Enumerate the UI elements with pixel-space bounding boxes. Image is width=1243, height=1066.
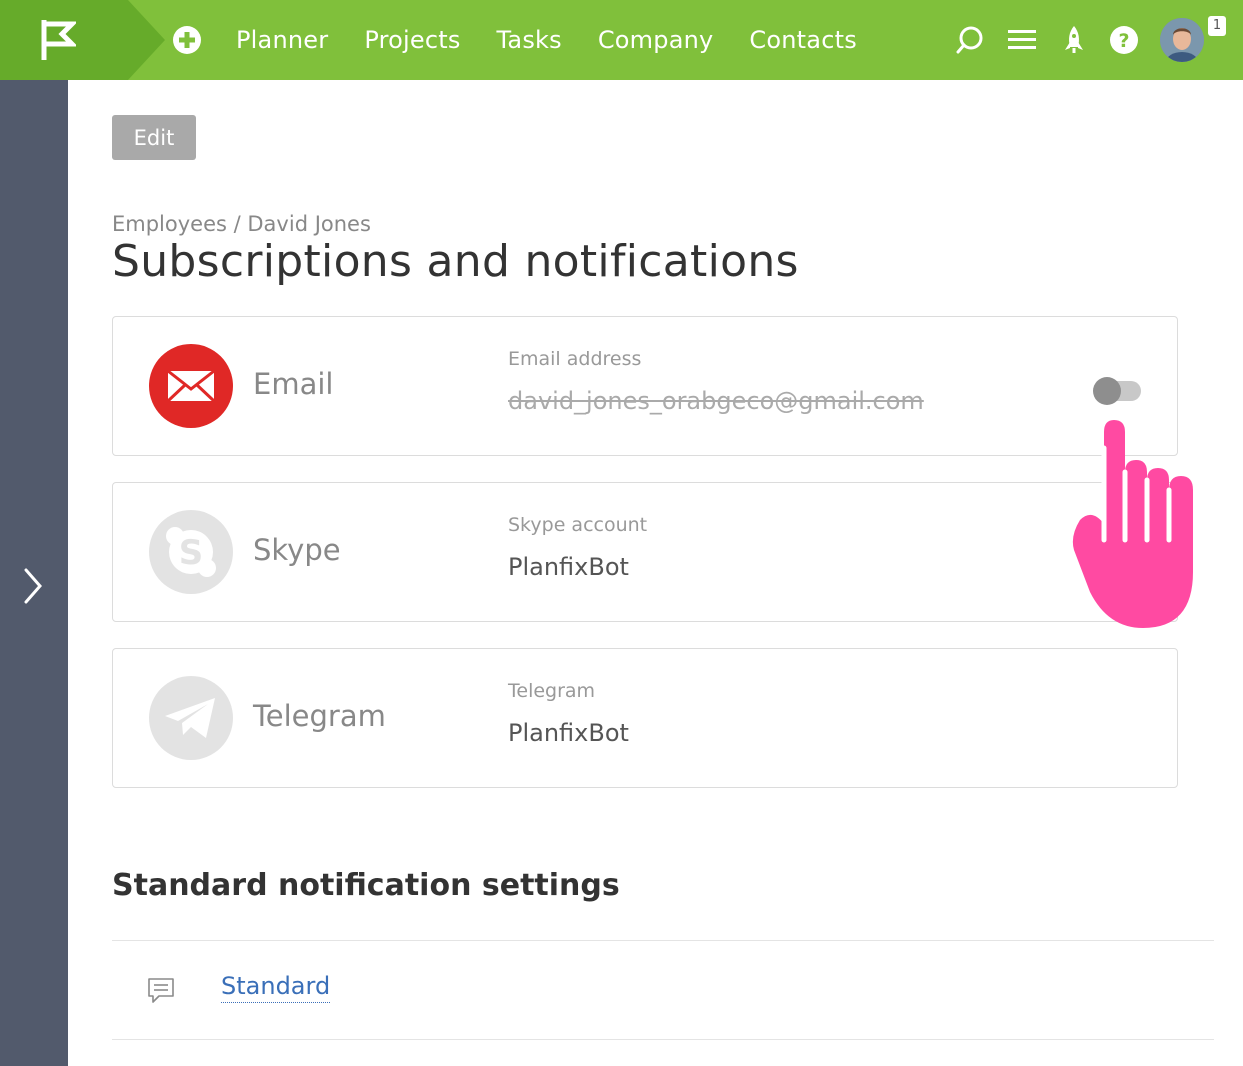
skype-channel-name: Skype <box>253 533 341 567</box>
flag-logo-icon[interactable] <box>40 20 76 60</box>
skype-icon: S <box>166 527 216 577</box>
svg-text:?: ? <box>1118 30 1129 52</box>
left-sidebar <box>0 80 68 1066</box>
breadcrumb-separator: / <box>226 212 248 236</box>
email-channel-badge <box>149 344 233 428</box>
notification-badge[interactable]: 1 <box>1208 16 1226 36</box>
telegram-channel-card: Telegram Telegram PlanfixBot <box>112 648 1178 788</box>
avatar-photo-icon <box>1160 18 1204 62</box>
breadcrumb-current: David Jones <box>247 212 371 236</box>
nav-contacts[interactable]: Contacts <box>749 26 856 54</box>
add-plus-icon[interactable] <box>172 25 202 55</box>
divider <box>112 1039 1214 1040</box>
email-field-label: Email address <box>508 348 642 370</box>
divider <box>112 940 1214 941</box>
telegram-field-label: Telegram <box>508 680 596 702</box>
standard-notifications-heading: Standard notification settings <box>112 868 620 903</box>
toggle-knob <box>1093 377 1121 405</box>
skype-field-value: PlanfixBot <box>508 553 629 581</box>
email-field-value: david_jones_orabgeco@gmail.com <box>508 387 924 415</box>
logo-area[interactable] <box>0 0 165 80</box>
top-navigation-bar: Planner Projects Tasks Company Contacts … <box>0 0 1243 80</box>
svg-text:S: S <box>179 533 204 573</box>
help-icon[interactable]: ? <box>1109 24 1139 56</box>
nav-tasks[interactable]: Tasks <box>497 26 562 54</box>
telegram-channel-name: Telegram <box>253 699 386 733</box>
skype-channel-card: S Skype Skype account PlanfixBot <box>112 482 1178 622</box>
nav-company[interactable]: Company <box>598 26 714 54</box>
user-avatar[interactable] <box>1160 18 1204 62</box>
email-channel-card: Email Email address david_jones_orabgeco… <box>112 316 1178 456</box>
email-notifications-toggle[interactable] <box>1093 377 1141 405</box>
telegram-channel-badge <box>149 676 233 760</box>
breadcrumb: Employees / David Jones <box>112 212 371 236</box>
pointing-hand-icon <box>1072 420 1193 628</box>
envelope-icon <box>166 369 216 403</box>
telegram-field-value: PlanfixBot <box>508 719 629 747</box>
skype-field-label: Skype account <box>508 514 648 536</box>
menu-icon[interactable] <box>1007 24 1037 56</box>
main-nav: Planner Projects Tasks Company Contacts <box>218 0 875 80</box>
page-title: Subscriptions and notifications <box>112 236 799 287</box>
edit-button[interactable]: Edit <box>112 115 196 160</box>
search-icon[interactable] <box>955 24 985 56</box>
breadcrumb-employees[interactable]: Employees <box>112 212 227 236</box>
chat-bubble-icon <box>148 978 174 1003</box>
rocket-icon[interactable] <box>1059 24 1089 56</box>
chevron-right-icon[interactable] <box>18 566 48 606</box>
skype-channel-badge: S <box>149 510 233 594</box>
nav-projects[interactable]: Projects <box>364 26 460 54</box>
telegram-icon <box>165 698 215 738</box>
standard-settings-link[interactable]: Standard <box>221 970 331 1003</box>
nav-planner[interactable]: Planner <box>236 26 328 54</box>
email-channel-name: Email <box>253 367 334 401</box>
